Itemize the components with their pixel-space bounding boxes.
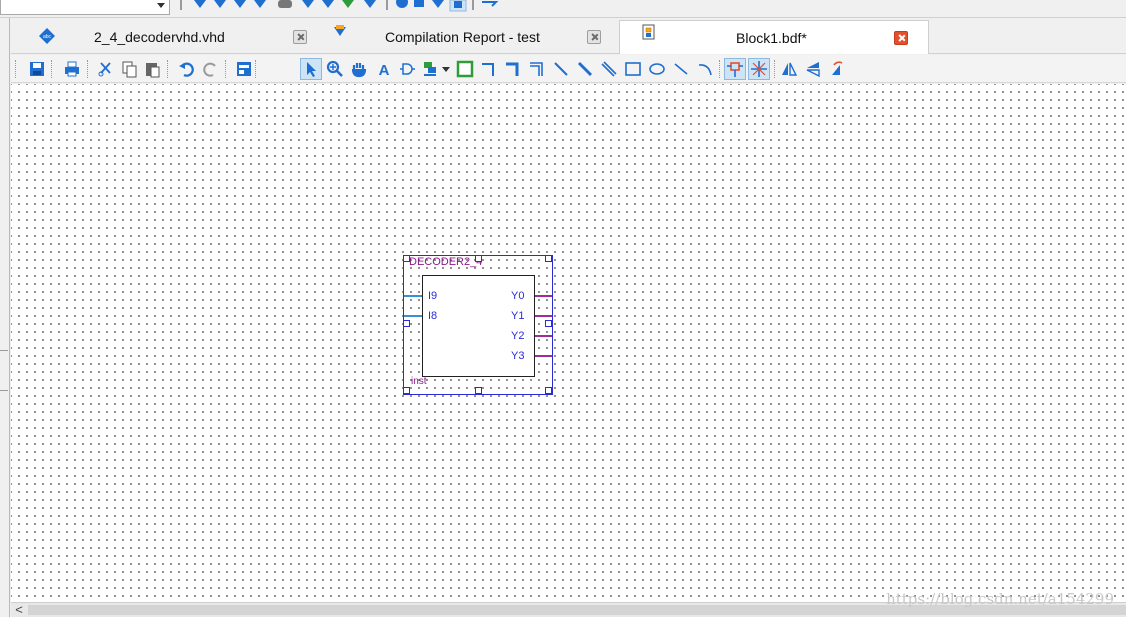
pin-line-y3[interactable] [535, 355, 552, 357]
text-tool-icon[interactable]: A [373, 58, 395, 80]
arc-tool-icon[interactable] [694, 58, 716, 80]
rotate-left-icon[interactable] [826, 58, 848, 80]
save-icon[interactable] [26, 58, 48, 80]
cut-icon[interactable] [95, 58, 117, 80]
revision-dropdown[interactable] [0, 0, 170, 15]
pin-line-y0[interactable] [535, 295, 552, 297]
hand-tool-icon[interactable] [348, 58, 370, 80]
toolbar-separator [719, 60, 721, 78]
diagonal-node-tool-icon[interactable] [550, 58, 572, 80]
toolbar-separator [255, 60, 257, 78]
vhdl-file-icon: abc [39, 28, 55, 44]
pin-line-i9[interactable] [404, 295, 422, 297]
document-tab-bar: abc 2_4_decodervhd.vhd Compilation Repor… [11, 18, 1126, 54]
pin-line-y1[interactable] [535, 315, 552, 317]
rubberbanding-icon[interactable] [748, 58, 770, 80]
pin-label-y0: Y0 [511, 290, 525, 302]
flip-vertical-icon[interactable] [802, 58, 824, 80]
toolbar-separator [167, 60, 169, 78]
panel-divider [0, 390, 8, 391]
close-icon[interactable] [587, 30, 601, 44]
resize-handle[interactable] [545, 387, 552, 394]
quartus-window: abc 2_4_decodervhd.vhd Compilation Repor… [0, 0, 1126, 617]
print-icon[interactable] [61, 58, 83, 80]
rectangle-tool-icon[interactable] [622, 58, 644, 80]
main-toolbar [0, 0, 1126, 18]
project-navigator-edge[interactable] [0, 18, 10, 617]
pin-label-y1: Y1 [511, 310, 525, 322]
resize-handle[interactable] [545, 320, 552, 327]
oval-tool-icon[interactable] [646, 58, 668, 80]
close-icon[interactable] [293, 30, 307, 44]
tab-block1-bdf[interactable]: Block1.bdf* [619, 20, 929, 54]
resize-handle[interactable] [403, 255, 410, 262]
instance-name-label: inst [411, 376, 427, 387]
block-editor-toolbar: A [11, 55, 1126, 83]
resize-handle[interactable] [403, 320, 410, 327]
resize-handle[interactable] [475, 387, 482, 394]
block-tool-icon[interactable] [454, 58, 476, 80]
block-editor-view-icon[interactable] [233, 58, 255, 80]
diagonal-bus-tool-icon[interactable] [574, 58, 596, 80]
symbol-name-label: DECODER2_4 [409, 256, 483, 268]
panel-divider [0, 350, 8, 351]
flip-horizontal-icon[interactable] [778, 58, 800, 80]
line-tool-icon[interactable] [670, 58, 692, 80]
pin-tool-icon[interactable] [420, 58, 442, 80]
diagonal-conduit-tool-icon[interactable] [598, 58, 620, 80]
symbol-tool-icon[interactable] [396, 58, 418, 80]
pin-label-y3: Y3 [511, 350, 525, 362]
resize-handle[interactable] [403, 387, 410, 394]
pin-label-y2: Y2 [511, 330, 525, 342]
tab-2-4-decodervhd[interactable]: abc 2_4_decodervhd.vhd [21, 20, 311, 53]
resize-handle[interactable] [545, 255, 552, 262]
toolbar-grip [15, 60, 17, 78]
chevron-down-icon [157, 3, 165, 8]
scroll-left-button[interactable]: < [11, 603, 27, 617]
selection-tool-icon[interactable] [300, 58, 322, 80]
orthogonal-bus-tool-icon[interactable] [502, 58, 524, 80]
undo-icon[interactable] [176, 58, 198, 80]
toolbar-separator [87, 60, 89, 78]
redo-icon[interactable] [199, 58, 221, 80]
paste-icon[interactable] [141, 58, 163, 80]
copy-icon[interactable] [118, 58, 140, 80]
toolbar-separator [774, 60, 776, 78]
close-icon[interactable] [894, 31, 908, 45]
toolbar-separator [225, 60, 227, 78]
tab-label: 2_4_decodervhd.vhd [94, 29, 225, 45]
decoder-symbol-instance[interactable]: DECODER2_4 inst I9 I8 Y0 Y1 Y2 Y3 [403, 255, 553, 395]
block-diagram-file-icon [642, 24, 655, 40]
tab-label: Compilation Report - test [385, 29, 540, 45]
main-toolbar-icons [180, 0, 499, 12]
partial-line-selection-icon[interactable] [724, 58, 746, 80]
orthogonal-conduit-tool-icon[interactable] [526, 58, 548, 80]
zoom-tool-icon[interactable] [324, 58, 346, 80]
tab-label: Block1.bdf* [736, 30, 807, 46]
resize-handle[interactable] [475, 255, 482, 262]
block-diagram-canvas[interactable]: DECODER2_4 inst I9 I8 Y0 Y1 Y2 Y3 [11, 84, 1126, 602]
chevron-down-icon[interactable] [440, 58, 452, 80]
compilation-report-icon [334, 25, 346, 36]
orthogonal-node-tool-icon[interactable] [478, 58, 500, 80]
pin-label-i9: I9 [428, 290, 438, 302]
pin-line-i8[interactable] [404, 315, 422, 317]
tab-compilation-report[interactable]: Compilation Report - test [316, 20, 614, 53]
pin-label-i8: I8 [428, 310, 438, 322]
watermark: https://blog.csdn.net/a154299 [886, 590, 1114, 608]
toolbar-separator [51, 60, 53, 78]
pin-line-y2[interactable] [535, 335, 552, 337]
svg-text:abc: abc [43, 34, 52, 40]
svg-text:A: A [379, 62, 390, 78]
